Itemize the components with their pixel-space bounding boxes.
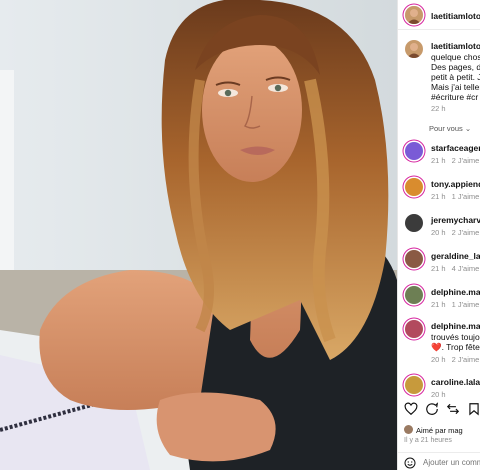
comment-meta: 21 h 2 J'aime [431, 156, 479, 165]
comment-avatar[interactable] [405, 250, 423, 268]
caption-author-avatar[interactable] [405, 40, 423, 58]
comment-likes[interactable]: 1 J'aime [452, 300, 480, 309]
comment-meta: 21 h 1 J'aime [431, 300, 479, 309]
portrait-illustration [0, 0, 397, 470]
comment-time: 20 h [431, 228, 446, 237]
comment-likes[interactable]: 2 J'aime [452, 355, 480, 364]
emoji-icon[interactable] [404, 457, 416, 469]
comment-likes[interactable]: 1 J'aime [452, 192, 480, 201]
comment-icon[interactable] [425, 402, 439, 416]
post-photo [0, 0, 397, 470]
comment-meta: 21 h 4 J'aime [431, 264, 479, 273]
comment-time: 21 h [431, 192, 446, 201]
liked-by[interactable]: Aimé par mag [404, 425, 463, 435]
comment-username[interactable]: caroline.lalan [431, 377, 480, 387]
comment-avatar[interactable] [405, 214, 423, 232]
author-username[interactable]: laetitiamlotoforiginal [431, 11, 480, 21]
comment-meta: 20 h 2 J'aime [431, 355, 479, 364]
comment-avatar[interactable] [405, 286, 423, 304]
comment-likes[interactable]: 2 J'aime [452, 156, 480, 165]
author-avatar[interactable] [405, 6, 423, 24]
comment-avatar[interactable] [405, 376, 423, 394]
caption-author-username[interactable]: laetitiamlotof [431, 41, 480, 51]
post-side-panel: laetitiamlotoforiginal laetitiamlotof qu… [397, 0, 480, 470]
comment-username[interactable]: geraldine_lapo [431, 251, 480, 261]
caption-line: Mais j'ai tellem [431, 82, 480, 92]
comment-username[interactable]: delphine.marc [431, 321, 480, 331]
comment-time: 21 h [431, 300, 446, 309]
comment-likes[interactable]: 4 J'aime [452, 264, 480, 273]
comment-time: 20 h [431, 390, 446, 399]
comment-avatar[interactable] [405, 320, 423, 338]
comment-username[interactable]: starfaceagency [431, 143, 480, 153]
heart-icon[interactable] [404, 402, 418, 416]
caption-time: 22 h [431, 104, 446, 113]
comment-username[interactable]: tony.appiendi [431, 179, 480, 189]
comments-filter-dropdown[interactable]: Pour vous ⌄ [429, 124, 471, 133]
caption-line: Des pages, d [431, 62, 480, 72]
liker-avatar [404, 425, 413, 434]
caption-line: quelque chos [431, 52, 480, 62]
comment-meta: 20 h 2 J'aime [431, 228, 479, 237]
comment-time: 21 h [431, 264, 446, 273]
comment-text-line: ❤️. Trop fête [431, 342, 480, 352]
caption-line: petit à petit. J [431, 72, 480, 82]
comment-avatar[interactable] [405, 142, 423, 160]
caption-hashtags[interactable]: #écriture #cr [431, 92, 478, 103]
comment-likes[interactable]: 2 J'aime [452, 228, 480, 237]
post-time-ago: Il y a 21 heures [404, 437, 452, 444]
save-icon[interactable] [467, 402, 480, 416]
comment-meta: 21 h 1 J'aime [431, 192, 479, 201]
share-icon[interactable] [446, 402, 460, 416]
post-header: laetitiamlotoforiginal [398, 0, 480, 30]
comment-time: 20 h [431, 355, 446, 364]
add-comment-bar [398, 452, 480, 470]
comment-username[interactable]: delphine.marc [431, 287, 480, 297]
add-comment-input[interactable] [423, 456, 480, 468]
post-action-bar [398, 400, 480, 420]
comment-text-line: trouvés toujo [431, 332, 480, 342]
comment-username[interactable]: jeremycharvet [431, 215, 480, 225]
comment-time: 21 h [431, 156, 446, 165]
comment-avatar[interactable] [405, 178, 423, 196]
